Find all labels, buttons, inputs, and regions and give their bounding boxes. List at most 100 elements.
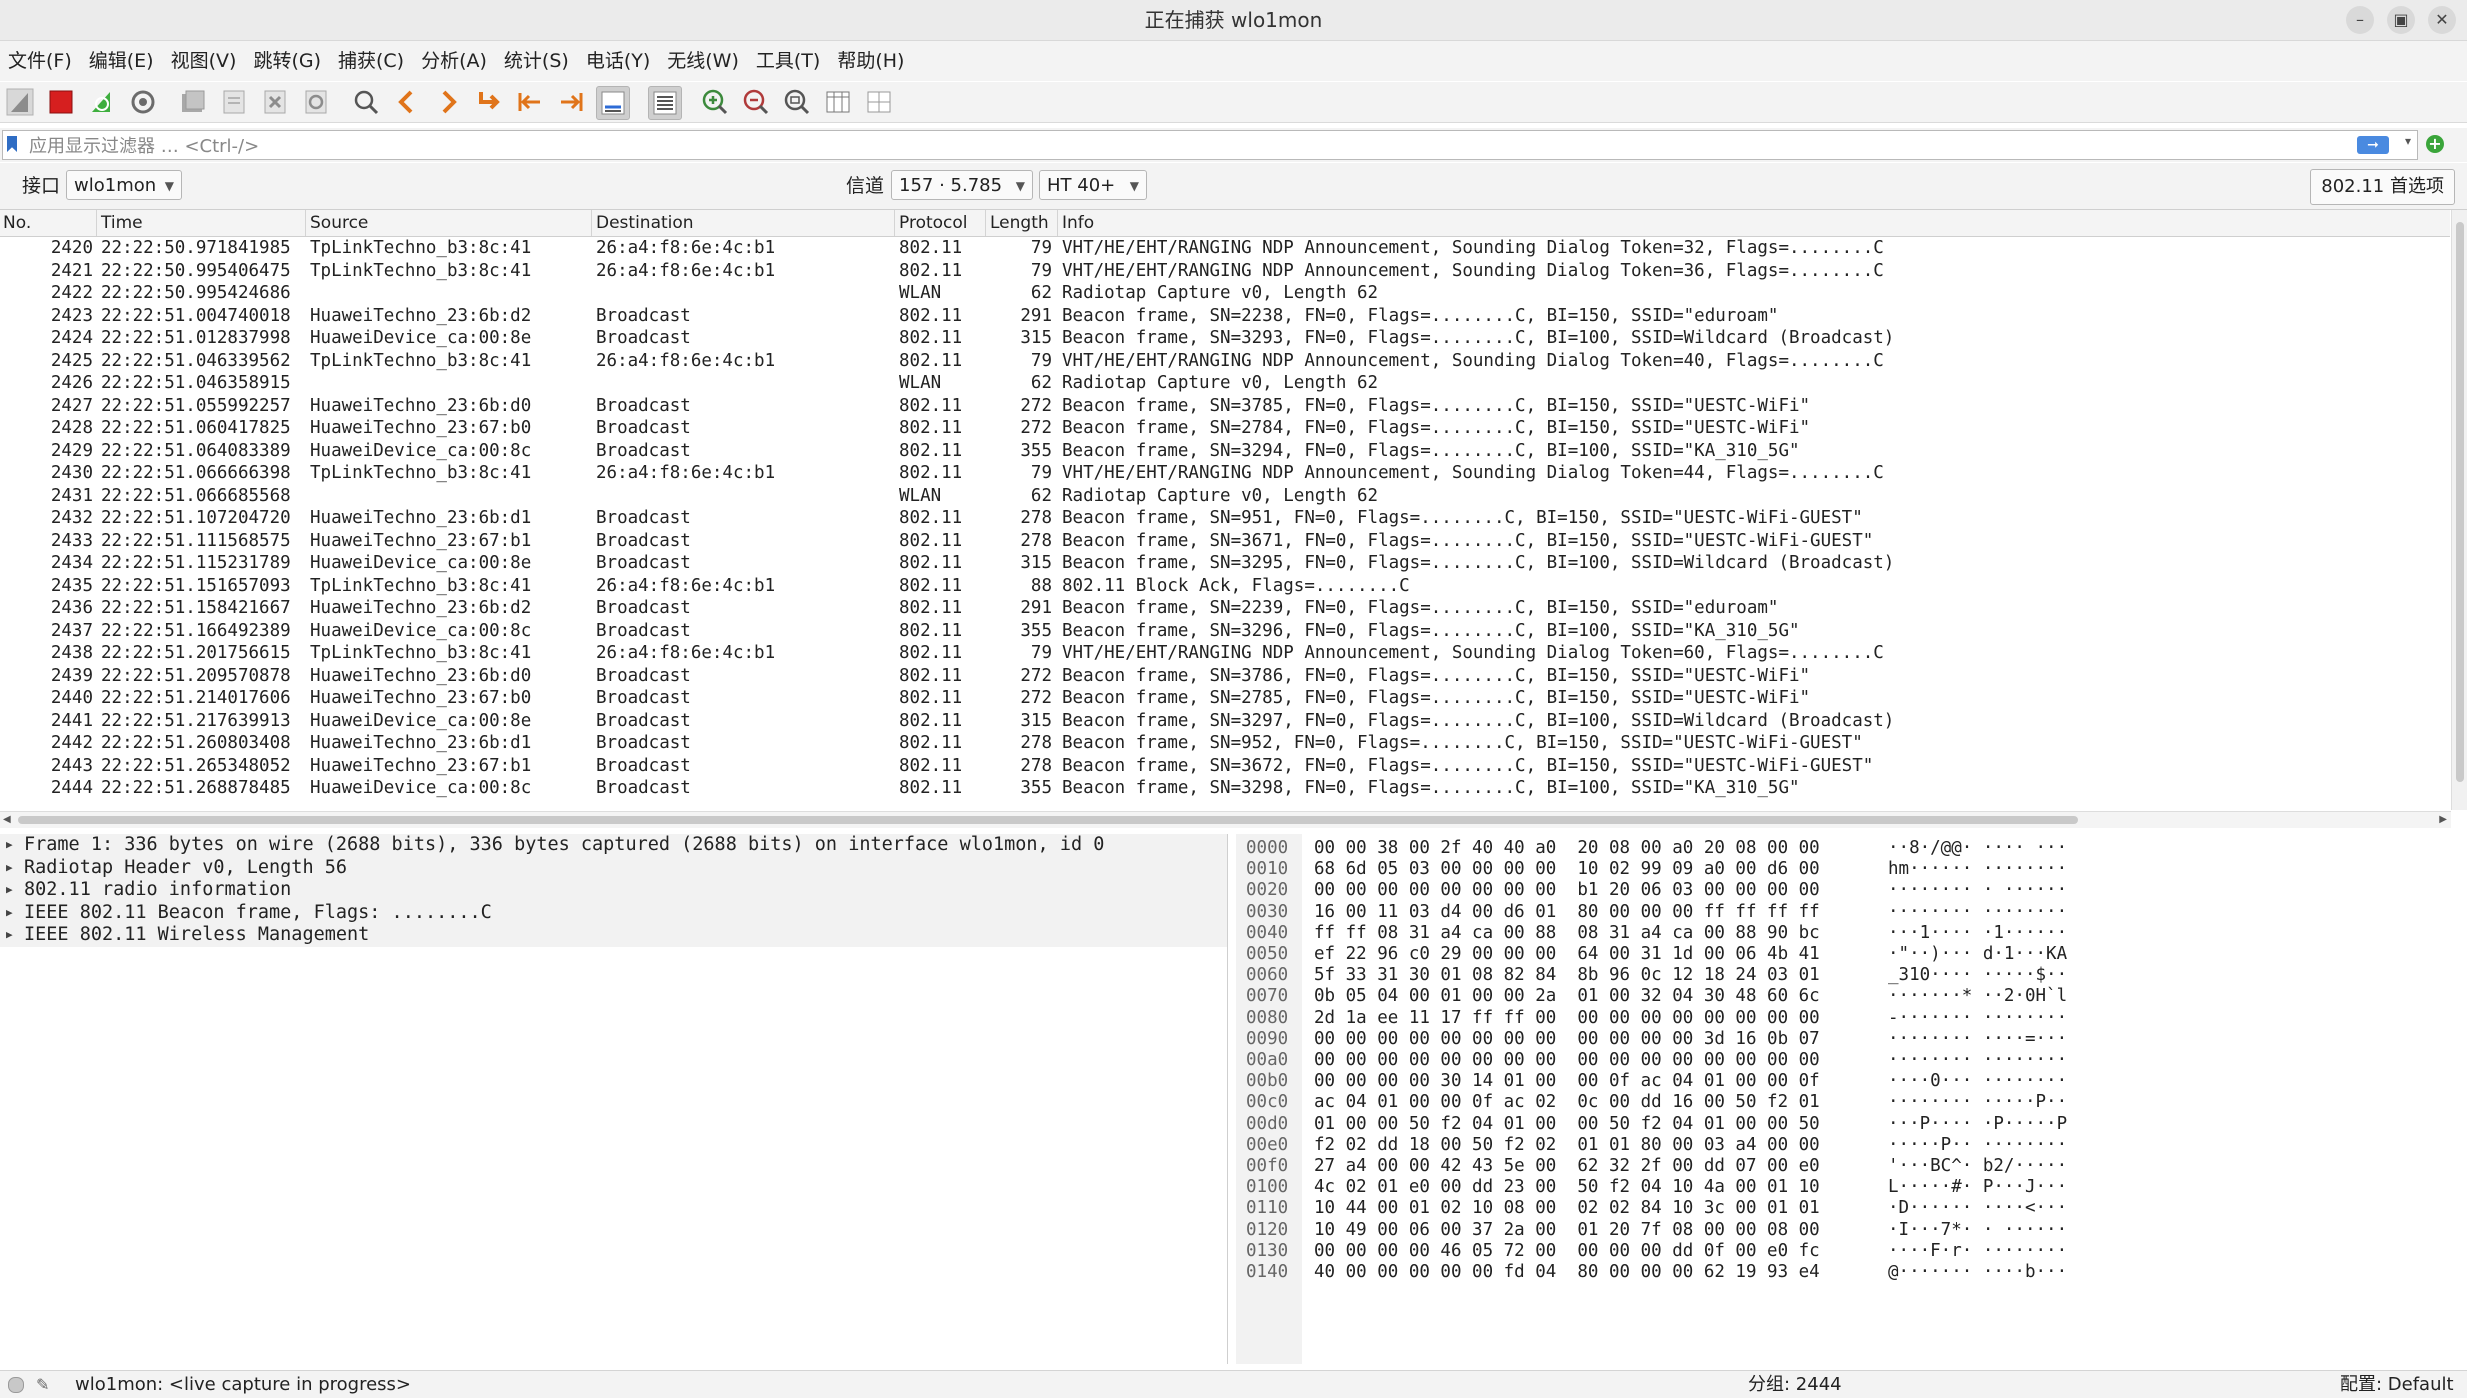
- table-row[interactable]: 2442 22:22:51.260803408 HuaweiTechno_23:6b…: [0, 732, 2450, 755]
- reload-file-icon[interactable]: [300, 86, 332, 118]
- menu-statistics[interactable]: 统计(S): [496, 41, 578, 81]
- apply-filter-arrow-icon[interactable]: ➞: [2357, 136, 2389, 154]
- table-row[interactable]: 2425 22:22:51.046339562 TpLinkTechno_b3:8c…: [0, 350, 2450, 373]
- table-row[interactable]: 2421 22:22:50.995406475 TpLinkTechno_b3:8c…: [0, 260, 2450, 283]
- scrollbar-thumb[interactable]: [18, 816, 2078, 824]
- packet-list[interactable]: No. Time Source Destination Protocol Len…: [0, 210, 2450, 810]
- zoom-out-icon[interactable]: [740, 86, 772, 118]
- menu-tools[interactable]: 工具(T): [748, 41, 829, 81]
- first-packet-icon[interactable]: [514, 86, 546, 118]
- detail-tree-item[interactable]: ▶ Frame 1: 336 bytes on wire (2688 bits),…: [0, 834, 1227, 857]
- scrollbar-thumb[interactable]: [2456, 222, 2464, 782]
- table-row[interactable]: 2439 22:22:51.209570878 HuaweiTechno_23:6b…: [0, 665, 2450, 688]
- colorize-icon[interactable]: [648, 86, 682, 120]
- go-to-packet-icon[interactable]: [473, 86, 505, 118]
- menu-go[interactable]: 跳转(G): [245, 41, 330, 81]
- column-header-source[interactable]: Source: [305, 210, 368, 236]
- table-row[interactable]: 2435 22:22:51.151657093 TpLinkTechno_b3:8c…: [0, 575, 2450, 598]
- save-file-icon[interactable]: [218, 86, 250, 118]
- wireless-preferences-button[interactable]: 802.11 首选项: [2310, 169, 2455, 205]
- column-header-time[interactable]: Time: [96, 210, 143, 236]
- shark-fin-start-icon[interactable]: [4, 86, 36, 118]
- go-back-icon[interactable]: [391, 86, 423, 118]
- display-filter-input[interactable]: [27, 131, 2341, 161]
- normal-size-icon[interactable]: [781, 86, 813, 118]
- scroll-right-icon[interactable]: ▶: [2439, 812, 2447, 828]
- table-row[interactable]: 2431 22:22:51.066685568 WLAN 62 Radiotap Cap…: [0, 485, 2450, 508]
- filter-history-dropdown-icon[interactable]: ▾: [2405, 134, 2411, 148]
- table-row[interactable]: 2436 22:22:51.158421667 HuaweiTechno_23:6b…: [0, 597, 2450, 620]
- table-row[interactable]: 2426 22:22:51.046358915 WLAN 62 Radiotap Cap…: [0, 372, 2450, 395]
- menu-edit[interactable]: 编辑(E): [81, 41, 163, 81]
- packet-bytes-pane[interactable]: 0000 00 00 38 00 2f 40 40 a0 20 08 00 a0 …: [1236, 834, 2467, 1364]
- scroll-left-icon[interactable]: ◀: [3, 812, 11, 828]
- packet-list-vertical-scrollbar[interactable]: [2451, 210, 2467, 810]
- open-file-icon[interactable]: [177, 86, 209, 118]
- table-row[interactable]: 2430 22:22:51.066666398 TpLinkTechno_b3:8c…: [0, 462, 2450, 485]
- interface-select[interactable]: wlo1mon ▼: [66, 170, 182, 200]
- cell-no: 2428: [50, 418, 93, 438]
- capture-comment-icon[interactable]: ✎: [36, 1371, 49, 1398]
- expand-arrow-icon[interactable]: ▶: [6, 924, 13, 947]
- maximize-icon[interactable]: ▣: [2387, 6, 2415, 34]
- table-row[interactable]: 2444 22:22:51.268878485 HuaweiDevice_ca:00…: [0, 777, 2450, 800]
- layout-icon[interactable]: [863, 86, 895, 118]
- column-header-no[interactable]: No.: [0, 210, 31, 236]
- table-row[interactable]: 2429 22:22:51.064083389 HuaweiDevice_ca:00…: [0, 440, 2450, 463]
- table-row[interactable]: 2441 22:22:51.217639913 HuaweiDevice_ca:00…: [0, 710, 2450, 733]
- expand-arrow-icon[interactable]: ▶: [6, 902, 13, 925]
- table-row[interactable]: 2443 22:22:51.265348052 HuaweiTechno_23:67…: [0, 755, 2450, 778]
- find-packet-icon[interactable]: [350, 86, 382, 118]
- bookmark-icon[interactable]: [7, 136, 17, 152]
- detail-tree-item[interactable]: ▶ 802.11 radio information: [0, 879, 1227, 902]
- menu-wireless[interactable]: 无线(W): [659, 41, 748, 81]
- expand-arrow-icon[interactable]: ▶: [6, 879, 13, 902]
- menu-capture[interactable]: 捕获(C): [330, 41, 413, 81]
- cell-time: 22:22:51.166492389: [101, 620, 291, 641]
- table-row[interactable]: 2438 22:22:51.201756615 TpLinkTechno_b3:8c…: [0, 642, 2450, 665]
- table-row[interactable]: 2437 22:22:51.166492389 HuaweiDevice_ca:00…: [0, 620, 2450, 643]
- column-header-protocol[interactable]: Protocol: [894, 210, 968, 236]
- column-header-destination[interactable]: Destination: [591, 210, 694, 236]
- table-row[interactable]: 2428 22:22:51.060417825 HuaweiTechno_23:67…: [0, 417, 2450, 440]
- channel-select[interactable]: 157 · 5.785 ▼: [891, 170, 1033, 200]
- minimize-icon[interactable]: –: [2346, 6, 2374, 34]
- expand-arrow-icon[interactable]: ▶: [6, 834, 13, 857]
- menu-help[interactable]: 帮助(H): [829, 41, 913, 81]
- expand-arrow-icon[interactable]: ▶: [6, 857, 13, 880]
- packet-details-pane[interactable]: ▶ Frame 1: 336 bytes on wire (2688 bits),…: [0, 834, 1228, 1364]
- table-row[interactable]: 2420 22:22:50.971841985 TpLinkTechno_b3:8c…: [0, 237, 2450, 260]
- table-row[interactable]: 2424 22:22:51.012837998 HuaweiDevice_ca:00…: [0, 327, 2450, 350]
- menu-file[interactable]: 文件(F): [0, 41, 81, 81]
- table-row[interactable]: 2427 22:22:51.055992257 HuaweiTechno_23:6b…: [0, 395, 2450, 418]
- profile-text[interactable]: 配置: Default: [2340, 1371, 2454, 1398]
- stop-capture-icon[interactable]: [45, 86, 77, 118]
- capture-options-icon[interactable]: [127, 86, 159, 118]
- column-header-length[interactable]: Length: [985, 210, 1049, 236]
- packet-list-horizontal-scrollbar[interactable]: ◀ ▶: [0, 811, 2451, 828]
- expert-info-icon[interactable]: [8, 1377, 24, 1393]
- autoscroll-icon[interactable]: [596, 86, 630, 120]
- table-row[interactable]: 2422 22:22:50.995424686 WLAN 62 Radiotap Cap…: [0, 282, 2450, 305]
- table-row[interactable]: 2423 22:22:51.004740018 HuaweiTechno_23:6b…: [0, 305, 2450, 328]
- table-row[interactable]: 2433 22:22:51.111568575 HuaweiTechno_23:67…: [0, 530, 2450, 553]
- close-icon[interactable]: ✕: [2428, 6, 2456, 34]
- menu-view[interactable]: 视图(V): [163, 41, 246, 81]
- table-row[interactable]: 2434 22:22:51.115231789 HuaweiDevice_ca:00…: [0, 552, 2450, 575]
- detail-tree-item[interactable]: ▶ Radiotap Header v0, Length 56: [0, 856, 1227, 880]
- zoom-in-icon[interactable]: [699, 86, 731, 118]
- close-file-icon[interactable]: [259, 86, 291, 118]
- table-row[interactable]: 2432 22:22:51.107204720 HuaweiTechno_23:6b…: [0, 507, 2450, 530]
- restart-capture-icon[interactable]: [86, 86, 118, 118]
- detail-tree-item[interactable]: ▶ IEEE 802.11 Wireless Management: [0, 924, 1227, 947]
- go-forward-icon[interactable]: [432, 86, 464, 118]
- menu-analyze[interactable]: 分析(A): [413, 41, 496, 81]
- menu-telephony[interactable]: 电话(Y): [578, 41, 659, 81]
- table-row[interactable]: 2440 22:22:51.214017606 HuaweiTechno_23:67…: [0, 687, 2450, 710]
- add-filter-button-icon[interactable]: +: [2426, 135, 2444, 153]
- detail-tree-item[interactable]: ▶ IEEE 802.11 Beacon frame, Flags: ......…: [0, 901, 1227, 925]
- column-header-info[interactable]: Info: [1057, 210, 1094, 236]
- last-packet-icon[interactable]: [555, 86, 587, 118]
- channel-width-select[interactable]: HT 40+ ▼: [1039, 170, 1147, 200]
- resize-columns-icon[interactable]: [822, 86, 854, 118]
